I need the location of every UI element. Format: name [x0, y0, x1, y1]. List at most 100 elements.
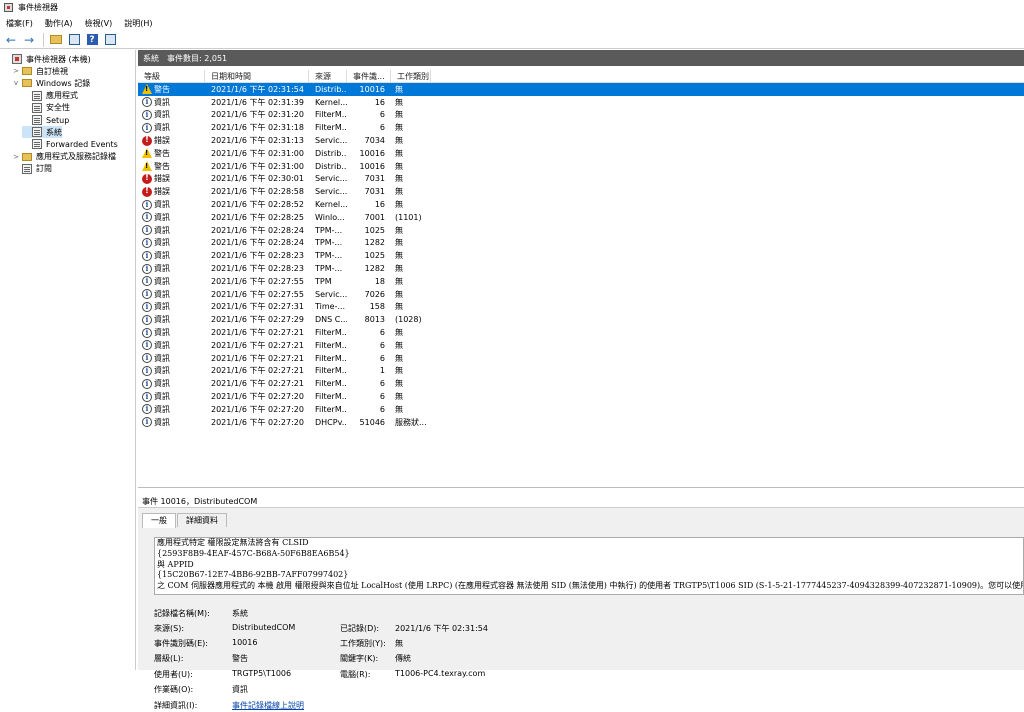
task-cell: (1101)	[395, 212, 422, 222]
table-row[interactable]: 資訊 2021/1/6 下午 02:27:21 FilterM... 1無	[138, 365, 1024, 378]
table-row[interactable]: 資訊 2021/1/6 下午 02:28:52 Kernel... 16 無	[138, 198, 1024, 211]
level-cell: 資訊	[138, 212, 205, 223]
event-viewer-icon	[12, 54, 22, 64]
table-row[interactable]: 資訊 2021/1/6 下午 02:27:21 FilterM... 6無	[138, 339, 1024, 352]
table-row[interactable]: 警告 2021/1/6 下午 02:31:00 Distrib... 10016 無	[138, 147, 1024, 160]
task-cell: 無	[395, 264, 403, 274]
datetime-cell: 2021/1/6 下午 02:27:21	[211, 353, 304, 363]
task-cell: 無	[395, 200, 403, 210]
datetime-cell: 2021/1/6 下午 02:28:52	[211, 200, 304, 210]
table-row[interactable]: 錯誤 2021/1/6 下午 02:30:01 Servic... 7031 無	[138, 173, 1024, 186]
level-cell: 資訊	[138, 237, 205, 248]
table-row[interactable]: 資訊 2021/1/6 下午 02:27:20 FilterM... 6無	[138, 403, 1024, 416]
forward-arrow-icon[interactable]: →	[21, 32, 37, 48]
chevron-right-icon[interactable]: >	[12, 67, 20, 75]
tree-item[interactable]: Forwarded Events	[22, 138, 118, 150]
chevron-right-icon[interactable]: >	[12, 153, 20, 161]
task-cell: 無	[395, 366, 403, 376]
tree-item[interactable]: Setup	[22, 114, 69, 126]
table-row[interactable]: 資訊 2021/1/6 下午 02:28:23 TPM-... 1025 無	[138, 249, 1024, 262]
event-description[interactable]: 應用程式特定 權限設定無法將含有 CLSID {2593F8B9-4EAF-45…	[154, 537, 1024, 595]
log-header: 系統 事件數目: 2,051	[138, 50, 1024, 66]
table-row[interactable]: 資訊 2021/1/6 下午 02:27:29 DNS C... 8013 (1028)	[138, 313, 1024, 326]
level-cell: 資訊	[138, 391, 205, 402]
back-arrow-icon[interactable]: ←	[3, 32, 19, 48]
level-label: 資訊	[154, 417, 170, 427]
info-icon	[142, 301, 152, 312]
table-row[interactable]: 資訊 2021/1/6 下午 02:28:24 TPM-... 1282 無	[138, 237, 1024, 250]
prop-task-value: 無	[395, 639, 403, 648]
prop-event-id-value: 10016	[232, 638, 258, 647]
event-id-cell: 6	[379, 340, 385, 350]
menu-action[interactable]: 動作(A)	[45, 18, 73, 29]
event-id-cell: 1025	[364, 251, 385, 261]
table-row[interactable]: 資訊 2021/1/6 下午 02:27:20 DHCPv... 51046 服務狀..…	[138, 416, 1024, 429]
level-cell: 資訊	[138, 276, 205, 287]
source-cell: FilterM...	[315, 110, 347, 120]
panel-icon[interactable]	[102, 32, 118, 48]
tree-item-label: 安全性	[46, 103, 70, 113]
level-cell: 資訊	[138, 122, 205, 133]
source-cell: TPM-...	[315, 264, 343, 274]
tree-item[interactable]: 安全性	[22, 102, 70, 114]
level-label: 錯誤	[154, 136, 170, 146]
description-line: 與 APPID	[157, 559, 194, 569]
column-datetime[interactable]: 日期和時間	[205, 70, 309, 83]
table-row[interactable]: 警告 2021/1/6 下午 02:31:00 Distrib... 10016 無	[138, 160, 1024, 173]
tree-item[interactable]: > 自訂檢視	[12, 65, 68, 77]
folder-up-icon[interactable]	[48, 32, 64, 48]
table-row[interactable]: 錯誤 2021/1/6 下午 02:28:58 Servic... 7031 無	[138, 185, 1024, 198]
online-help-link[interactable]: 事件記錄檔線上說明	[232, 700, 304, 712]
menu-file[interactable]: 檔案(F)	[6, 18, 33, 29]
info-icon	[142, 404, 152, 415]
table-row[interactable]: 警告 2021/1/6 下午 02:31:54 Distrib... 10016 無	[138, 83, 1024, 96]
source-cell: Distrib...	[315, 148, 347, 158]
tree-item[interactable]: 事件檢視器 (本機)	[2, 53, 91, 65]
table-row[interactable]: 錯誤 2021/1/6 下午 02:31:13 Servic... 7034 無	[138, 134, 1024, 147]
datetime-cell: 2021/1/6 下午 02:27:55	[211, 289, 304, 299]
table-row[interactable]: 資訊 2021/1/6 下午 02:27:20 FilterM... 6無	[138, 390, 1024, 403]
grid-rows: 警告2021/1/6 下午 02:31:54Distrib...10016無資訊…	[138, 83, 1024, 429]
table-row[interactable]: 資訊 2021/1/6 下午 02:27:21 FilterM... 6無	[138, 352, 1024, 365]
table-row[interactable]: 資訊 2021/1/6 下午 02:31:20 FilterM... 6無	[138, 109, 1024, 122]
column-source[interactable]: 來源	[309, 70, 347, 83]
task-cell: 無	[395, 404, 403, 414]
tree-item[interactable]: 應用程式	[22, 90, 78, 102]
column-event-id[interactable]: 事件識...	[347, 70, 391, 83]
table-row[interactable]: 資訊 2021/1/6 下午 02:31:39 Kernel... 16 無	[138, 96, 1024, 109]
task-cell: 無	[395, 136, 403, 146]
tree-item[interactable]: 系統	[22, 126, 62, 139]
tab-general[interactable]: 一般	[142, 513, 176, 528]
table-row[interactable]: 資訊 2021/1/6 下午 02:27:55 TPM 18 無	[138, 275, 1024, 288]
column-level[interactable]: 等級	[138, 70, 205, 83]
warning-icon	[142, 148, 152, 159]
table-row[interactable]: 資訊 2021/1/6 下午 02:27:21 FilterM... 6無	[138, 326, 1024, 339]
table-row[interactable]: 資訊 2021/1/6 下午 02:28:23 TPM-... 1282 無	[138, 262, 1024, 275]
table-row[interactable]: 資訊 2021/1/6 下午 02:28:24 TPM-... 1025 無	[138, 224, 1024, 237]
level-cell: 資訊	[138, 378, 205, 389]
event-id-cell: 6	[379, 379, 385, 389]
menu-help[interactable]: 說明(H)	[124, 18, 152, 29]
table-row[interactable]: 資訊 2021/1/6 下午 02:27:55 Servic... 7026 無	[138, 288, 1024, 301]
datetime-cell: 2021/1/6 下午 02:28:24	[211, 225, 304, 235]
task-cell: 無	[395, 187, 403, 197]
title-bar: 事件檢視器	[0, 0, 1024, 14]
table-row[interactable]: 資訊 2021/1/6 下午 02:27:31 Time-... 158 無	[138, 301, 1024, 314]
tree-item[interactable]: v Windows 記錄	[12, 77, 90, 89]
event-id-cell: 1282	[364, 238, 385, 248]
help-icon[interactable]: ?	[84, 32, 100, 48]
column-task[interactable]: 工作類別	[391, 70, 431, 83]
menu-view[interactable]: 檢視(V)	[85, 18, 113, 29]
info-icon	[142, 199, 152, 210]
table-row[interactable]: 資訊 2021/1/6 下午 02:31:18 FilterM... 6無	[138, 121, 1024, 134]
table-row[interactable]: 資訊 2021/1/6 下午 02:28:25 Winlo... 7001 (1101)	[138, 211, 1024, 224]
console-tree-icon[interactable]	[66, 32, 82, 48]
tree-item[interactable]: > 應用程式及服務記錄檔	[12, 151, 116, 163]
tree-item[interactable]: 訂閱	[12, 163, 52, 175]
tab-details[interactable]: 詳細資料	[177, 513, 227, 527]
task-cell: 無	[395, 97, 403, 107]
chevron-down-icon[interactable]: v	[12, 79, 20, 87]
prop-user-label: 使用者(U):	[154, 670, 193, 679]
table-row[interactable]: 資訊 2021/1/6 下午 02:27:21 FilterM... 6無	[138, 377, 1024, 390]
info-icon	[142, 340, 152, 351]
